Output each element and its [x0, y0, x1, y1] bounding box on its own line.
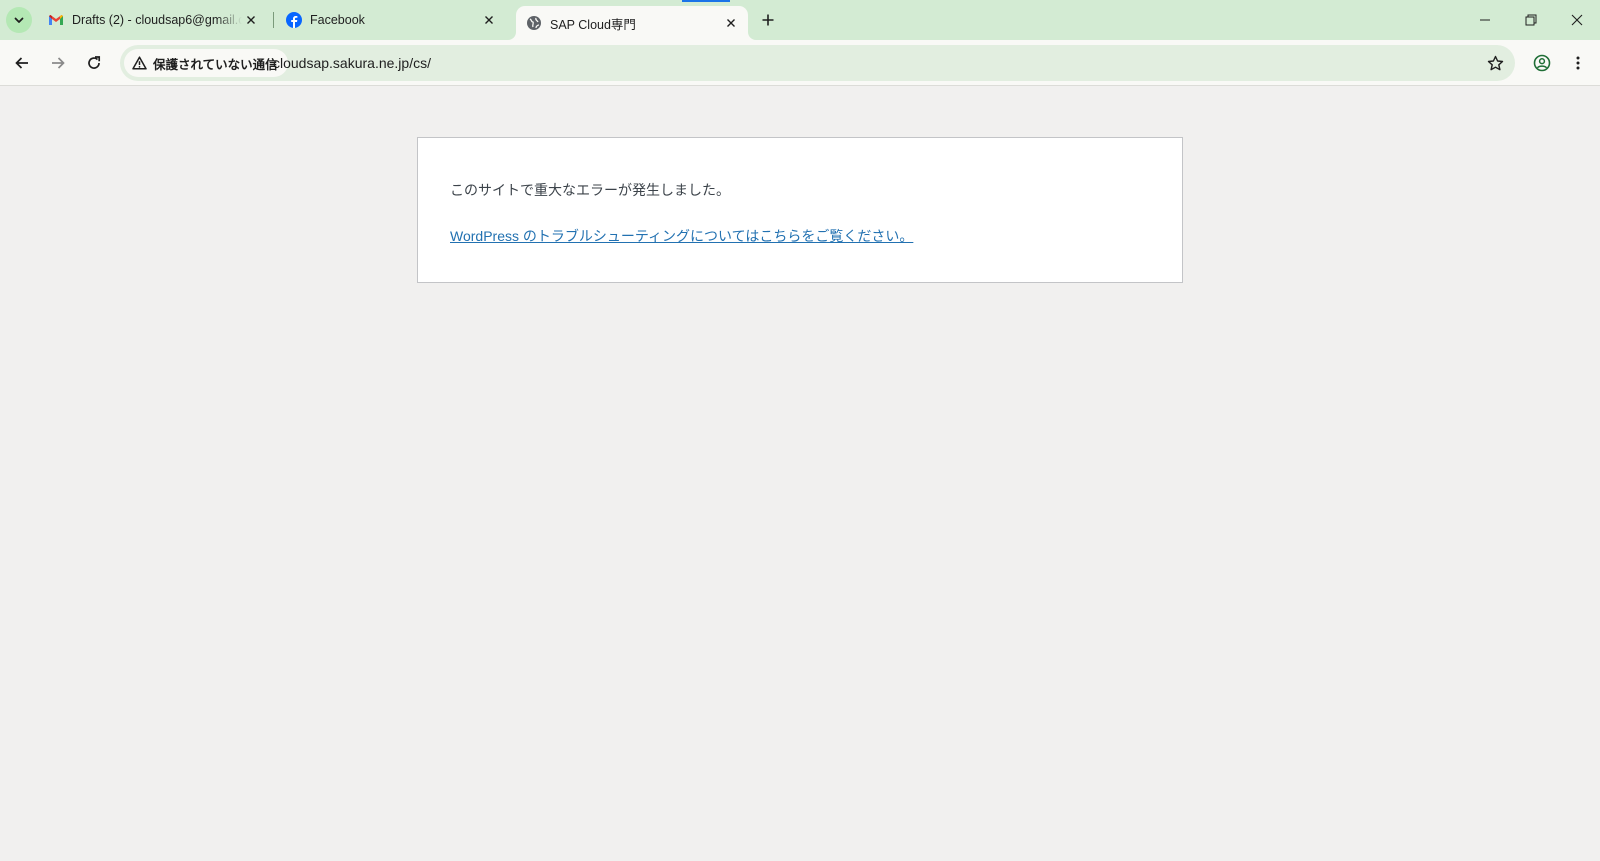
- profile-icon: [1533, 54, 1551, 72]
- url-text[interactable]: cloudsap.sakura.ne.jp/cs/: [273, 45, 431, 81]
- address-bar[interactable]: 保護されていない通信 cloudsap.sakura.ne.jp/cs/: [120, 45, 1515, 81]
- tab-search-button[interactable]: [6, 7, 32, 33]
- close-window-button[interactable]: [1554, 0, 1600, 40]
- close-icon[interactable]: [242, 11, 260, 29]
- security-label: 保護されていない通信: [153, 57, 278, 72]
- close-icon[interactable]: [722, 14, 740, 32]
- globe-icon: [526, 15, 542, 31]
- facebook-icon: [286, 12, 302, 28]
- tab-edge: [748, 32, 756, 40]
- error-message-box: このサイトで重大なエラーが発生しました。 WordPress のトラブルシューテ…: [417, 137, 1183, 283]
- reload-button[interactable]: [80, 49, 108, 77]
- more-vertical-icon: [1576, 56, 1580, 70]
- chevron-down-icon: [14, 17, 24, 23]
- troubleshooting-link[interactable]: WordPress のトラブルシューティングについてはこちらをご覧ください。: [450, 226, 913, 246]
- tab-gmail[interactable]: Drafts (2) - cloudsap6@gmail.com - Gmail: [38, 0, 268, 40]
- tab-edge: [508, 32, 516, 40]
- security-status-chip[interactable]: 保護されていない通信: [124, 49, 288, 77]
- restore-button[interactable]: [1508, 0, 1554, 40]
- tab-title: Drafts (2) - cloudsap6@gmail.com - Gmail: [72, 13, 242, 27]
- error-message: このサイトで重大なエラーが発生しました。: [450, 182, 730, 198]
- tab-title: Facebook: [310, 13, 365, 27]
- back-button[interactable]: [8, 49, 36, 77]
- minimize-icon: [1480, 19, 1490, 21]
- reload-icon: [88, 56, 101, 69]
- tab-facebook[interactable]: Facebook: [278, 0, 506, 40]
- forward-button[interactable]: [44, 49, 72, 77]
- tab-sap-cloud-active[interactable]: SAP Cloud専門: [516, 6, 748, 40]
- close-icon: [1571, 14, 1583, 26]
- plus-icon: [762, 14, 774, 26]
- new-tab-button[interactable]: [756, 8, 780, 32]
- close-icon[interactable]: [480, 11, 498, 29]
- tab-separator: [273, 12, 274, 28]
- arrow-left-icon: [15, 57, 28, 69]
- bookmark-star-button[interactable]: [1483, 51, 1507, 75]
- loading-indicator: [682, 0, 730, 2]
- profile-button[interactable]: [1528, 49, 1556, 77]
- browser-toolbar: 保護されていない通信 cloudsap.sakura.ne.jp/cs/: [0, 40, 1600, 86]
- restore-icon: [1525, 14, 1537, 26]
- menu-button[interactable]: [1564, 49, 1592, 77]
- warning-icon: [132, 56, 147, 70]
- tab-strip: Drafts (2) - cloudsap6@gmail.com - Gmail…: [0, 0, 1600, 40]
- arrow-right-icon: [52, 57, 65, 69]
- star-icon: [1487, 55, 1503, 70]
- tab-title: SAP Cloud専門: [550, 17, 636, 32]
- gmail-icon: [48, 12, 64, 28]
- minimize-button[interactable]: [1462, 0, 1508, 40]
